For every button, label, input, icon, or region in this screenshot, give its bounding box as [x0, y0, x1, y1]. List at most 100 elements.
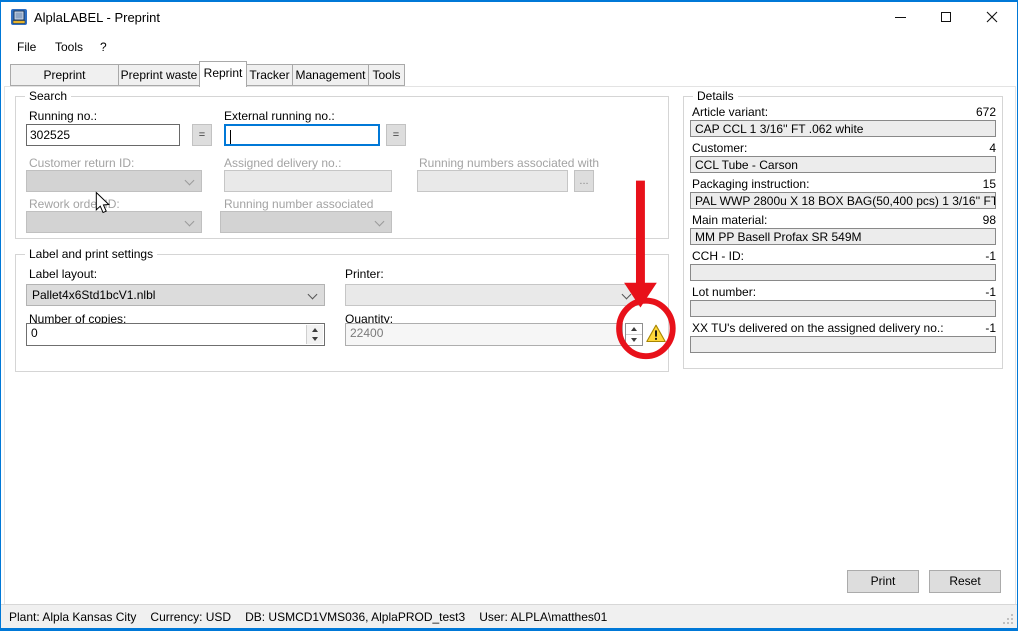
packaging-instruction-value: PAL WWP 2800u X 18 BOX BAG(50,400 pcs) 1…	[690, 192, 996, 209]
chevron-down-icon	[308, 290, 318, 300]
number-of-copies-value: 0	[31, 326, 38, 340]
spinner-up-icon	[312, 328, 318, 332]
running-no-input[interactable]	[26, 124, 180, 146]
detail-label-row: XX TU's delivered on the assigned delive…	[692, 322, 996, 335]
chevron-down-icon	[185, 176, 195, 186]
warning-icon	[646, 324, 666, 343]
tab-preprint-waste[interactable]: Preprint waste	[118, 64, 200, 86]
quantity-input: 22400	[345, 323, 623, 346]
running-no-label: Running no.:	[29, 109, 97, 123]
maximize-button[interactable]	[923, 2, 969, 32]
minimize-icon	[895, 17, 906, 18]
chevron-down-icon	[375, 217, 385, 227]
search-group: Search Running no.: = External running n…	[15, 96, 669, 239]
lot-number-label: Lot number:	[692, 286, 756, 299]
main-material-value: MM PP Basell Profax SR 549M	[690, 228, 996, 245]
assigned-delivery-no-input	[224, 170, 392, 192]
rework-order-id-label: Rework order ID:	[29, 197, 120, 211]
running-numbers-browse-button[interactable]: ...	[574, 170, 594, 192]
rework-order-id-combobox	[26, 211, 202, 233]
running-numbers-associated-with-input	[417, 170, 568, 192]
menu-tools[interactable]: Tools	[53, 38, 85, 56]
lot-number-id: -1	[985, 286, 996, 299]
external-running-no-label: External running no.:	[224, 109, 335, 123]
quantity-value: 22400	[350, 326, 383, 340]
number-of-copies-spinner[interactable]	[306, 325, 323, 344]
menu-file[interactable]: File	[15, 38, 38, 56]
cch-id-value	[690, 264, 996, 281]
tab-preprint-components[interactable]: Preprint components	[10, 64, 119, 86]
number-of-copies-input[interactable]: 0	[26, 323, 325, 346]
tus-delivered-id: -1	[985, 322, 996, 335]
quantity-spinner[interactable]	[625, 323, 643, 346]
printer-label: Printer:	[345, 267, 384, 281]
label-layout-value: Pallet4x6Std1bcV1.nlbl	[32, 288, 155, 302]
customer-return-id-label: Customer return ID:	[29, 156, 134, 170]
print-button[interactable]: Print	[847, 570, 919, 593]
close-button[interactable]	[969, 2, 1015, 32]
menu-bar: File Tools ?	[1, 33, 1017, 59]
app-window: AlplaLABEL - Preprint File Tools ? Prepr…	[0, 0, 1018, 631]
spinner-down-icon	[312, 337, 318, 341]
cch-id-id: -1	[985, 250, 996, 263]
resize-grip[interactable]	[1002, 613, 1014, 625]
detail-label-row: Lot number: -1	[692, 286, 996, 299]
app-icon	[10, 8, 28, 26]
detail-label-row: Customer: 4	[692, 142, 996, 155]
assigned-delivery-no-label: Assigned delivery no.:	[224, 156, 341, 170]
customer-id: 4	[989, 142, 996, 155]
customer-value: CCL Tube - Carson	[690, 156, 996, 173]
detail-label-row: Article variant: 672	[692, 106, 996, 119]
tus-delivered-label: XX TU's delivered on the assigned delive…	[692, 322, 944, 335]
tus-delivered-value	[690, 336, 996, 353]
article-variant-value: CAP CCL 1 3/16'' FT .062 white	[690, 120, 996, 137]
status-db: DB: USMCD1VMS036, AlplaPROD_test3	[245, 610, 465, 624]
cch-id-label: CCH - ID:	[692, 250, 744, 263]
text-caret	[230, 130, 231, 144]
tab-tools[interactable]: Tools	[368, 64, 405, 86]
tab-reprint[interactable]: Reprint	[199, 61, 247, 87]
status-bar: Plant: Alpla Kansas City Currency: USD D…	[1, 604, 1017, 628]
running-number-associated-combobox	[220, 211, 392, 233]
status-currency: Currency: USD	[150, 610, 231, 624]
detail-label-row: Main material: 98	[692, 214, 996, 227]
lot-number-value	[690, 300, 996, 317]
detail-label-row: CCH - ID: -1	[692, 250, 996, 263]
external-running-no-input[interactable]	[224, 124, 380, 146]
tab-management[interactable]: Management	[292, 64, 369, 86]
close-icon	[986, 11, 998, 23]
status-user: User: ALPLA\matthes01	[479, 610, 607, 624]
packaging-instruction-id: 15	[983, 178, 996, 191]
spinner-down-icon	[631, 338, 637, 342]
tab-tracker[interactable]: Tracker	[246, 64, 293, 86]
maximize-icon	[941, 12, 951, 22]
label-print-settings-group-label: Label and print settings	[25, 247, 157, 261]
reset-button[interactable]: Reset	[929, 570, 1001, 593]
chevron-down-icon	[185, 217, 195, 227]
title-bar[interactable]: AlplaLABEL - Preprint	[1, 2, 1017, 32]
menu-help[interactable]: ?	[98, 38, 109, 56]
running-no-equals-button[interactable]: =	[192, 124, 212, 146]
main-material-label: Main material:	[692, 214, 767, 227]
search-group-label: Search	[25, 89, 71, 103]
article-variant-id: 672	[976, 106, 996, 119]
details-group: Details Article variant: 672 CAP CCL 1 3…	[683, 96, 1003, 369]
detail-label-row: Packaging instruction: 15	[692, 178, 996, 191]
printer-combobox[interactable]	[345, 284, 639, 306]
label-layout-combobox[interactable]: Pallet4x6Std1bcV1.nlbl	[26, 284, 325, 306]
label-print-settings-group: Label and print settings Label layout: P…	[15, 254, 669, 372]
main-material-id: 98	[983, 214, 996, 227]
chevron-down-icon	[622, 290, 632, 300]
customer-label: Customer:	[692, 142, 747, 155]
spinner-up-icon	[631, 327, 637, 331]
window-title: AlplaLABEL - Preprint	[34, 10, 160, 25]
running-numbers-associated-with-label: Running numbers associated with	[419, 156, 599, 170]
external-running-no-equals-button[interactable]: =	[386, 124, 406, 146]
article-variant-label: Article variant:	[692, 106, 768, 119]
status-plant: Plant: Alpla Kansas City	[9, 610, 136, 624]
running-number-associated-label: Running number associated	[224, 197, 373, 211]
label-layout-label: Label layout:	[29, 267, 97, 281]
minimize-button[interactable]	[877, 2, 923, 32]
packaging-instruction-label: Packaging instruction:	[692, 178, 809, 191]
customer-return-id-combobox	[26, 170, 202, 192]
